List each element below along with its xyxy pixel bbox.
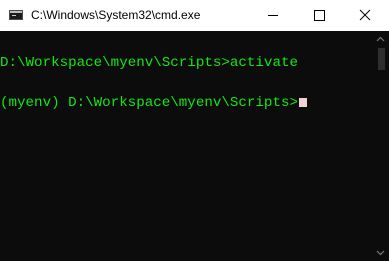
title-bar[interactable]: C:\Windows\System32\cmd.exe — [0, 0, 389, 31]
maximize-button[interactable] — [296, 0, 342, 31]
chevron-down-icon — [376, 250, 385, 256]
scrollbar-thumb[interactable] — [378, 48, 385, 70]
maximize-icon — [314, 10, 325, 21]
window-title: C:\Windows\System32\cmd.exe — [31, 8, 201, 22]
text-cursor — [299, 98, 307, 107]
scroll-down-button[interactable] — [372, 244, 389, 261]
chevron-up-icon — [376, 36, 385, 42]
console-prompt-text: (myenv) D:\Workspace\myenv\Scripts> — [0, 95, 298, 111]
console-output[interactable]: D:\Workspace\myenv\Scripts>activate (mye… — [0, 31, 389, 261]
scroll-up-button[interactable] — [372, 31, 389, 48]
minimize-button[interactable] — [250, 0, 296, 31]
close-button[interactable] — [342, 0, 388, 31]
close-icon — [359, 9, 371, 21]
cmd-console-icon — [9, 10, 23, 20]
console-prompt-line[interactable]: (myenv) D:\Workspace\myenv\Scripts> — [0, 95, 307, 112]
minimize-icon — [268, 15, 278, 16]
console-line: D:\Workspace\myenv\Scripts>activate — [0, 55, 298, 72]
cmd-window: C:\Windows\System32\cmd.exe D:\Workspace… — [0, 0, 389, 261]
console-line-text: D:\Workspace\myenv\Scripts>activate — [0, 55, 298, 71]
